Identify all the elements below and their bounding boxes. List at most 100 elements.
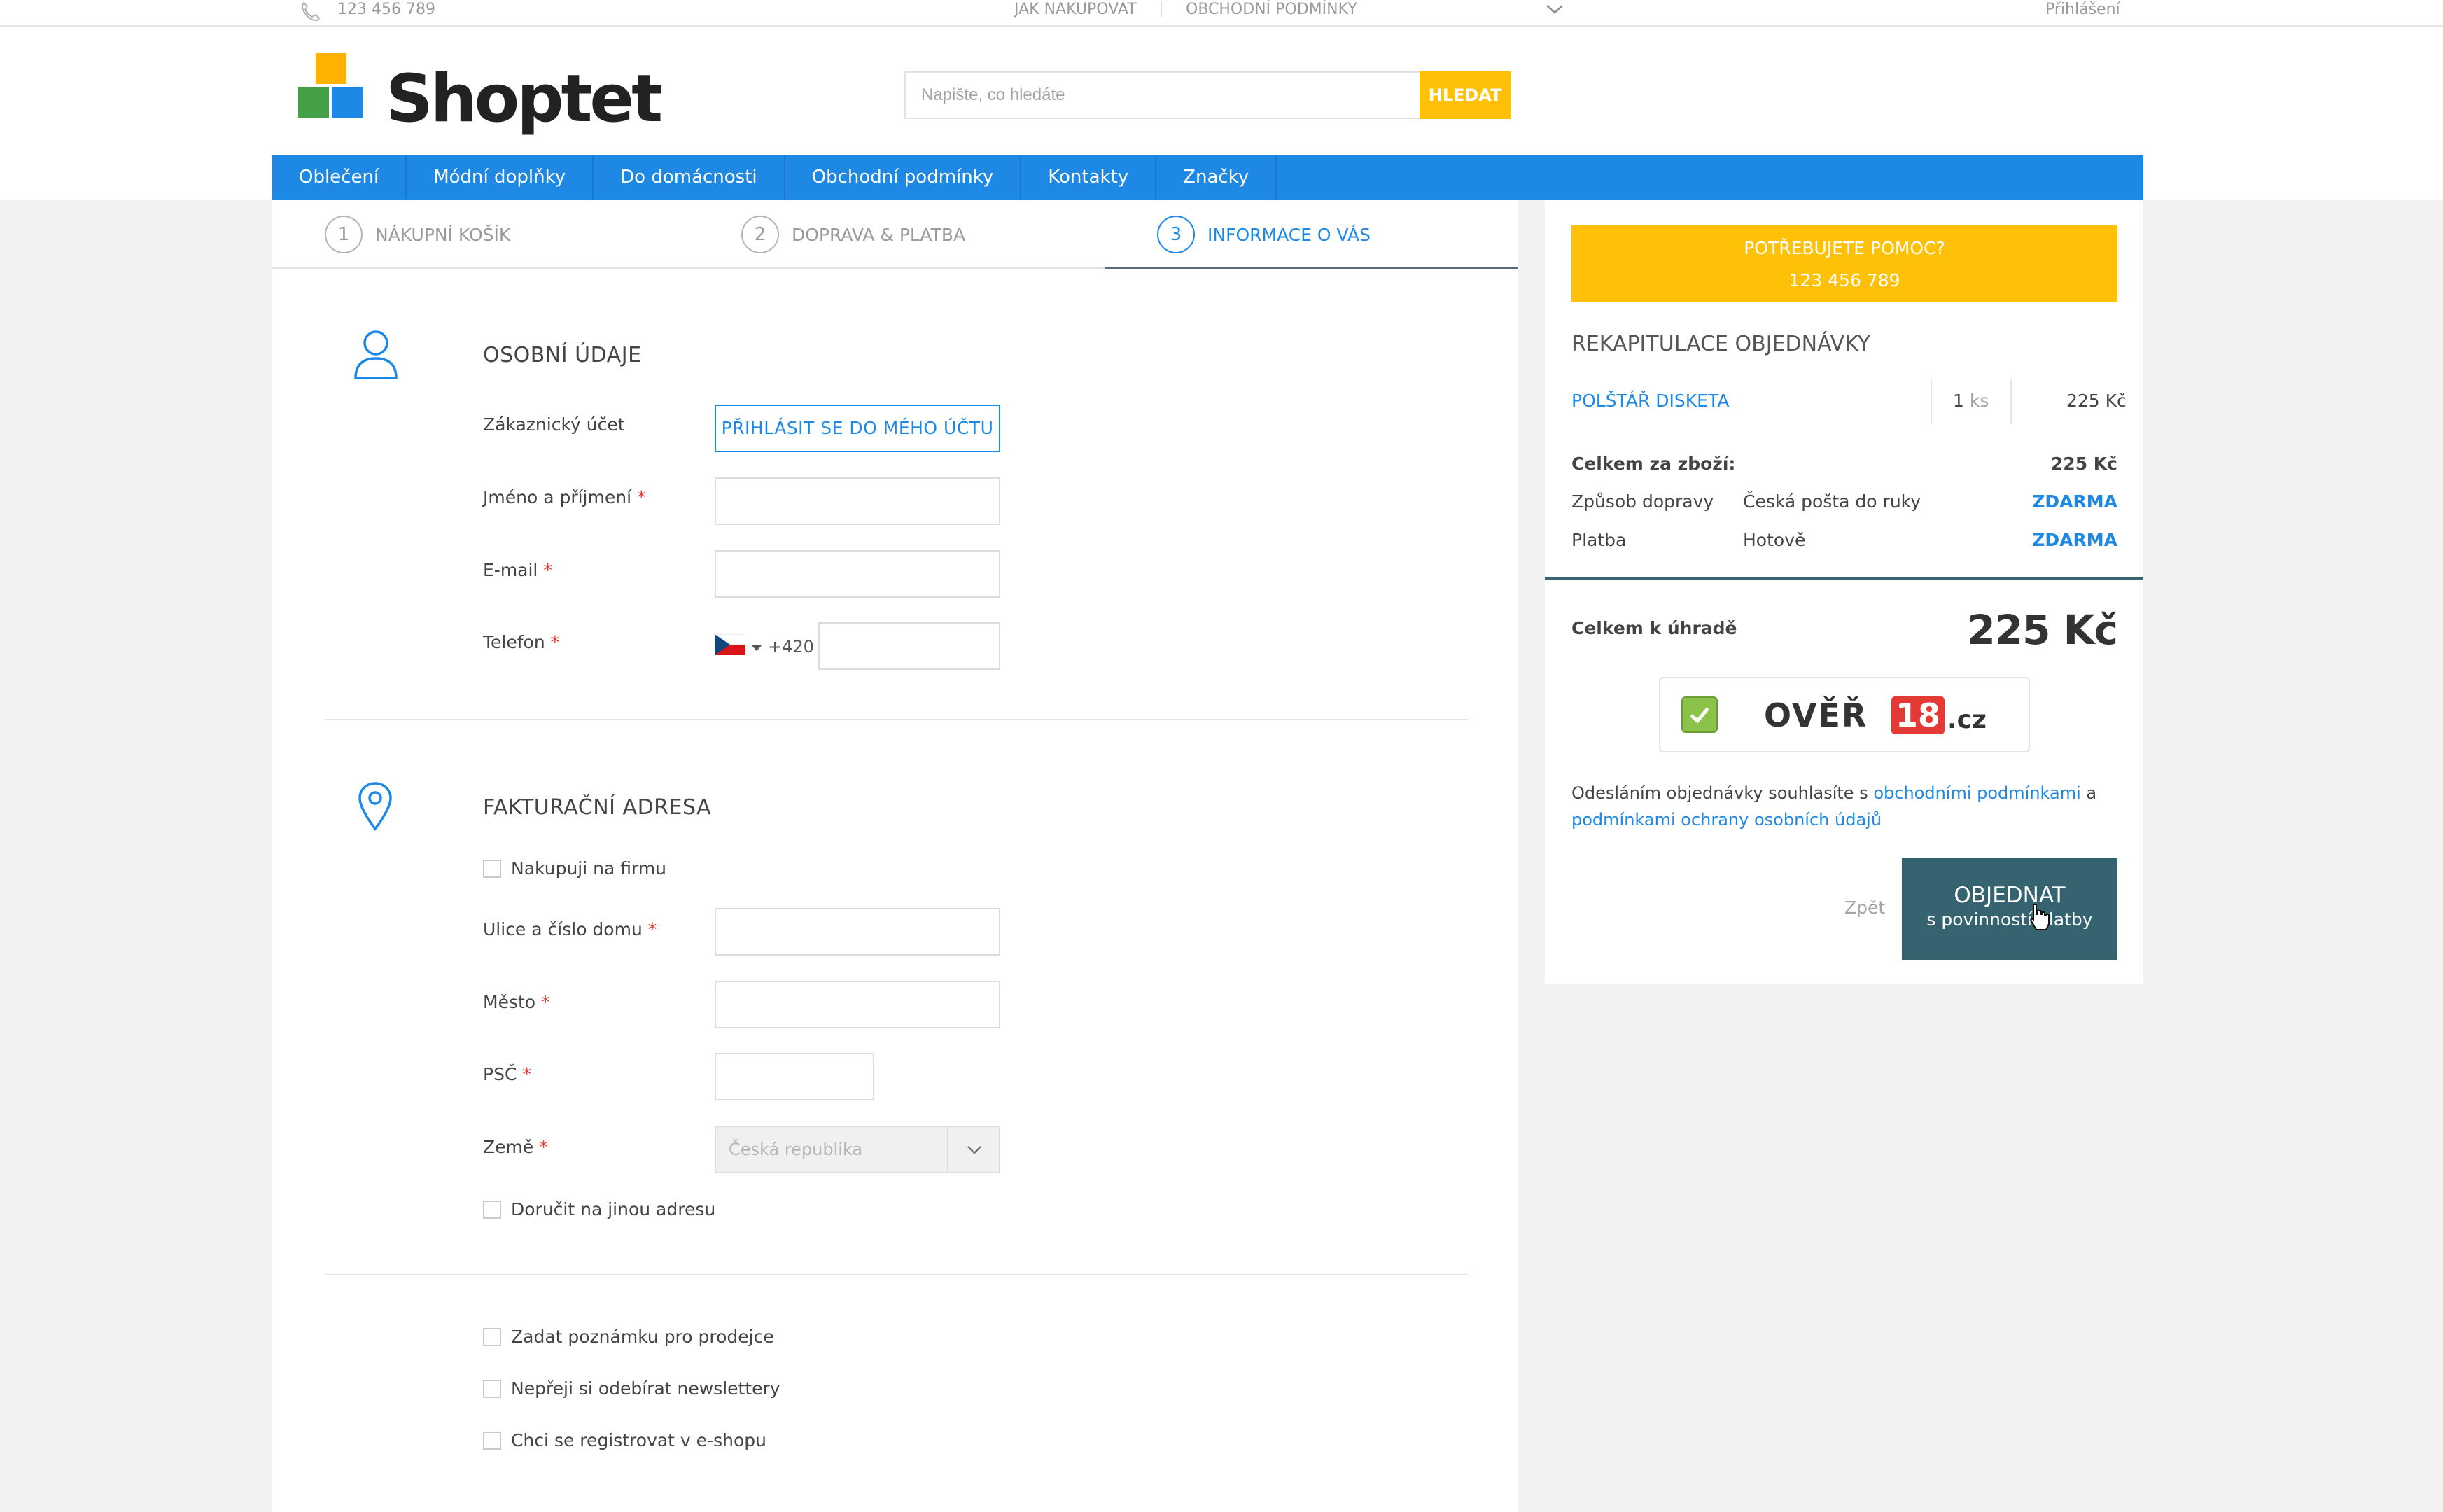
street-label: Ulice a číslo domu *: [483, 919, 657, 939]
help-phone[interactable]: 123 456 789: [1572, 265, 2118, 297]
age-verification-badge[interactable]: OVĚŘ 18 .cz: [1659, 677, 2030, 752]
nav-item-home[interactable]: Do domácnosti: [594, 155, 785, 200]
checkbox-box[interactable]: [483, 1327, 501, 1346]
nav-item-accessories[interactable]: Módní doplňky: [407, 155, 594, 200]
country-label: Země *: [483, 1137, 548, 1157]
street-input[interactable]: [716, 909, 999, 954]
note-checkbox[interactable]: Zadat poznámku pro prodejce: [483, 1326, 774, 1347]
email-input[interactable]: [716, 552, 999, 596]
item-price: 225 Kč: [2066, 391, 2127, 411]
login-link[interactable]: Přihlášení: [2045, 0, 2120, 20]
phone-prefix: +420: [768, 637, 814, 657]
back-link[interactable]: Zpět: [1844, 897, 1885, 918]
caret-down-icon: [750, 637, 764, 657]
city-field[interactable]: [715, 981, 1000, 1028]
item-name-link[interactable]: POLŠTÁŘ DISKETA: [1572, 391, 1729, 411]
checkbox-label: Doručit na jinou adresu: [511, 1199, 716, 1219]
consent-prefix: Odesláním objednávky souhlasíte s: [1572, 783, 1868, 803]
logo-square-green: [298, 87, 329, 118]
subtotal-label: Celkem za zboží:: [1572, 454, 1736, 474]
checkbox-box[interactable]: [483, 1431, 501, 1450]
newsletter-checkbox[interactable]: Nepřeji si odebírat newslettery: [483, 1378, 780, 1399]
phone-icon: [298, 0, 322, 25]
chevron-down-icon[interactable]: [1544, 1, 1565, 20]
phone-field[interactable]: [818, 622, 1000, 670]
nav-item-contacts[interactable]: Kontakty: [1021, 155, 1157, 200]
company-checkbox[interactable]: Nakupuji na firmu: [483, 858, 666, 878]
item-qty-value: 1: [1953, 391, 1964, 411]
location-pin-icon: [357, 781, 393, 834]
account-label: Zákaznický účet: [483, 414, 625, 435]
terms-link[interactable]: obchodními podmínkami: [1873, 783, 2080, 803]
top-divider: [1161, 1, 1162, 17]
required-mark: *: [522, 1064, 531, 1084]
zip-input[interactable]: [716, 1054, 873, 1099]
country-label-text: Země: [483, 1137, 534, 1157]
verify-logo-text: OVĚŘ: [1764, 696, 1868, 734]
payment-method: Hotově: [1743, 530, 1806, 550]
phone-label: Telefon *: [483, 632, 559, 652]
section-divider: [325, 1274, 1468, 1275]
help-title: POTŘEBUJETE POMOC?: [1744, 238, 1945, 258]
logo-text: Shoptet: [386, 61, 663, 137]
item-qty-unit: ks: [1969, 391, 1989, 411]
required-mark: *: [541, 992, 550, 1012]
main-nav: Oblečení Módní doplňky Do domácnosti Obc…: [272, 155, 2143, 200]
payment-price: ZDARMA: [2032, 530, 2118, 550]
step-label: NÁKUPNÍ KOŠÍK: [375, 224, 511, 245]
step-shipping[interactable]: 2 DOPRAVA & PLATBA: [741, 200, 965, 269]
name-input[interactable]: [716, 479, 999, 524]
checkbox-box[interactable]: [483, 1200, 501, 1219]
item-separator: [2010, 379, 2012, 424]
top-link-how-to-buy[interactable]: JAK NAKUPOVAT: [1014, 0, 1137, 20]
zip-field[interactable]: [715, 1053, 874, 1100]
city-label-text: Město: [483, 992, 536, 1012]
privacy-link[interactable]: podmínkami ochrany osobních údajů: [1572, 810, 1882, 830]
street-field[interactable]: [715, 908, 1000, 955]
phone-country-select[interactable]: +420: [714, 634, 814, 659]
top-bar: 123 456 789 JAK NAKUPOVAT OBCHODNÍ PODMÍ…: [0, 0, 2443, 27]
step-info[interactable]: 3 INFORMACE O VÁS: [1157, 200, 1371, 269]
step-number: 2: [741, 216, 779, 253]
step-label: INFORMACE O VÁS: [1208, 224, 1371, 245]
checkbox-box[interactable]: [483, 859, 501, 878]
step-cart[interactable]: 1 NÁKUPNÍ KOŠÍK: [325, 200, 510, 269]
order-button-sublabel: s povinností platby: [1926, 909, 2093, 930]
country-select[interactable]: Česká republika: [715, 1126, 1000, 1173]
required-mark: *: [648, 919, 657, 939]
top-phone[interactable]: 123 456 789: [337, 0, 435, 20]
name-label-text: Jméno a příjmení: [483, 487, 632, 507]
nav-item-terms[interactable]: Obchodní podmínky: [785, 155, 1022, 200]
checkbox-box[interactable]: [483, 1379, 501, 1398]
search-button[interactable]: HLEDAT: [1420, 71, 1511, 119]
shipping-price: ZDARMA: [2032, 491, 2118, 512]
total-divider: [1545, 578, 2143, 580]
order-button[interactable]: OBJEDNAT s povinností platby: [1902, 858, 2118, 960]
login-to-account-button[interactable]: PŘIHLÁSIT SE DO MÉHO ÚČTU: [715, 405, 1000, 452]
verify-logo-tld: .cz: [1947, 706, 1987, 734]
logo[interactable]: Shoptet: [298, 53, 663, 137]
checkbox-label: Chci se registrovat v e-shopu: [511, 1430, 766, 1450]
city-label: Město *: [483, 992, 550, 1012]
consent-text: Odesláním objednávky souhlasíte s obchod…: [1572, 780, 2118, 833]
czech-flag-icon: [714, 634, 746, 659]
nav-item-brands[interactable]: Značky: [1156, 155, 1278, 200]
top-link-terms[interactable]: OBCHODNÍ PODMÍNKY: [1186, 0, 1357, 20]
name-label: Jméno a příjmení *: [483, 487, 645, 507]
nav-item-clothing[interactable]: Oblečení: [272, 155, 407, 200]
help-box[interactable]: POTŘEBUJETE POMOC? 123 456 789: [1572, 225, 2118, 302]
user-icon: [353, 328, 399, 384]
shipping-label: Způsob dopravy: [1572, 491, 1714, 512]
checkbox-label: Nakupuji na firmu: [511, 858, 667, 878]
search-input[interactable]: [906, 73, 1420, 118]
city-input[interactable]: [716, 982, 999, 1027]
register-checkbox[interactable]: Chci se registrovat v e-shopu: [483, 1430, 766, 1450]
email-field[interactable]: [715, 550, 1000, 598]
phone-input[interactable]: [820, 624, 999, 668]
logo-square-yellow: [316, 53, 346, 84]
zip-label-text: PSČ: [483, 1064, 517, 1084]
other-address-checkbox[interactable]: Doručit na jinou adresu: [483, 1199, 715, 1219]
name-field[interactable]: [715, 477, 1000, 525]
verify-logo-number: 18: [1891, 696, 1945, 734]
total-value: 225 Kč: [1967, 606, 2118, 654]
